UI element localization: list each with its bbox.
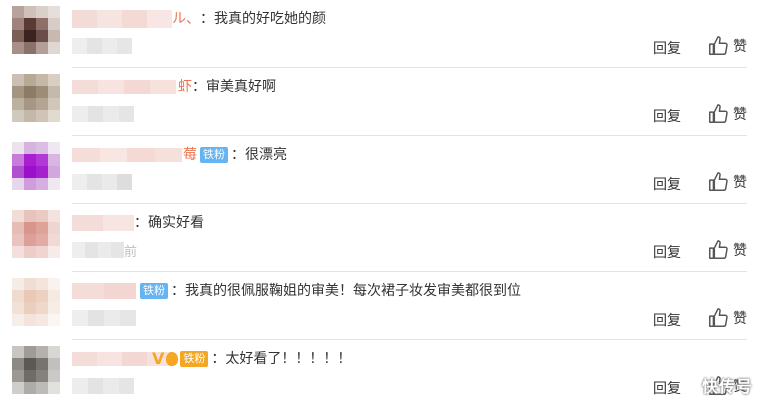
blurred-username — [72, 280, 136, 302]
thumbs-up-icon — [709, 308, 728, 327]
colon: ： — [211, 351, 226, 367]
comment-text: 我真的很佩服鞠姐的审美！每次裙子妆发审美都很到位 — [185, 283, 521, 299]
comment-item: 莓铁粉 ：很漂亮 回复 赞 — [0, 136, 763, 204]
blurred-timestamp — [72, 106, 134, 122]
fan-badge[interactable]: 铁粉 — [180, 351, 209, 367]
comment-text: 审美真好啊 — [206, 79, 276, 95]
avatar[interactable] — [12, 278, 60, 326]
like-label: 赞 — [733, 39, 747, 55]
colon: ： — [200, 11, 214, 27]
avatar[interactable] — [12, 142, 60, 190]
colon: ： — [134, 215, 148, 231]
flame-icon — [166, 352, 179, 366]
reply-button[interactable]: 回复 — [653, 106, 681, 126]
thumbs-up-icon — [709, 104, 728, 123]
fan-badge[interactable]: 铁粉 — [200, 147, 228, 163]
blurred-username — [72, 144, 182, 166]
like-button[interactable]: 赞 — [707, 238, 747, 262]
reply-button[interactable]: 回复 — [653, 38, 681, 58]
reply-button[interactable]: 回复 — [653, 378, 681, 398]
colon: ： — [231, 147, 245, 163]
comment-text: 太好看了！！！！！ — [225, 351, 352, 367]
thumbs-up-icon — [709, 36, 728, 55]
username-tail[interactable]: 莓 — [183, 144, 197, 166]
colon: ： — [192, 79, 206, 95]
like-button[interactable]: 赞 — [707, 306, 747, 330]
comment-text-line: ル、：我真的好吃她的颜 — [172, 8, 326, 30]
comment-item: ル、：我真的好吃她的颜 回复 赞 — [0, 0, 763, 68]
thumbs-up-icon — [709, 240, 728, 259]
comment-text-line: 莓铁粉 ：很漂亮 — [183, 144, 287, 166]
like-label: 赞 — [733, 311, 747, 327]
like-label: 赞 — [733, 175, 747, 191]
avatar[interactable] — [12, 210, 60, 258]
blurred-username — [72, 76, 176, 98]
comment-text-line: 虾：审美真好啊 — [178, 76, 276, 98]
blurred-timestamp — [72, 38, 132, 54]
blurred-username — [72, 8, 172, 30]
comment-text-line: ：确实好看 — [134, 212, 204, 234]
like-button[interactable]: 赞 — [707, 170, 747, 194]
colon: ： — [171, 283, 185, 299]
v-verified-icon: V — [152, 349, 165, 368]
username-tail[interactable]: ル、 — [172, 8, 200, 30]
blurred-username — [72, 212, 134, 234]
comment-text-line: V 铁粉 ：太好看了！！！！！ — [150, 348, 351, 370]
like-button[interactable]: 赞 — [707, 34, 747, 58]
avatar[interactable] — [12, 346, 60, 394]
comment-text: 确实好看 — [148, 215, 204, 231]
username-tail[interactable]: 虾 — [178, 76, 192, 98]
watermark: 快传号 — [701, 377, 753, 396]
blurred-timestamp — [72, 174, 132, 190]
comment-item: 铁粉 ：我真的很佩服鞠姐的审美！每次裙子妆发审美都很到位 回复 赞 — [0, 272, 763, 340]
avatar[interactable] — [12, 6, 60, 54]
reply-button[interactable]: 回复 — [653, 242, 681, 262]
comment-item: V 铁粉 ：太好看了！！！！！ 回复 赞 — [0, 340, 763, 408]
avatar[interactable] — [12, 74, 60, 122]
comment-item: ：确实好看 前 回复 赞 — [0, 204, 763, 272]
comment-text: 我真的好吃她的颜 — [214, 11, 326, 27]
comment-item: 虾：审美真好啊 回复 赞 — [0, 68, 763, 136]
like-label: 赞 — [733, 243, 747, 259]
like-button[interactable]: 赞 — [707, 102, 747, 126]
thumbs-up-icon — [709, 172, 728, 191]
blurred-timestamp — [72, 242, 124, 258]
fan-badge[interactable]: 铁粉 — [140, 283, 168, 299]
blurred-timestamp — [72, 310, 136, 326]
blurred-timestamp — [72, 378, 134, 394]
reply-button[interactable]: 回复 — [653, 310, 681, 330]
reply-button[interactable]: 回复 — [653, 174, 681, 194]
timestamp-tail: 前 — [124, 245, 138, 260]
comment-text: 很漂亮 — [245, 147, 287, 163]
comment-text-line: 铁粉 ：我真的很佩服鞠姐的审美！每次裙子妆发审美都很到位 — [137, 280, 521, 302]
like-label: 赞 — [733, 107, 747, 123]
